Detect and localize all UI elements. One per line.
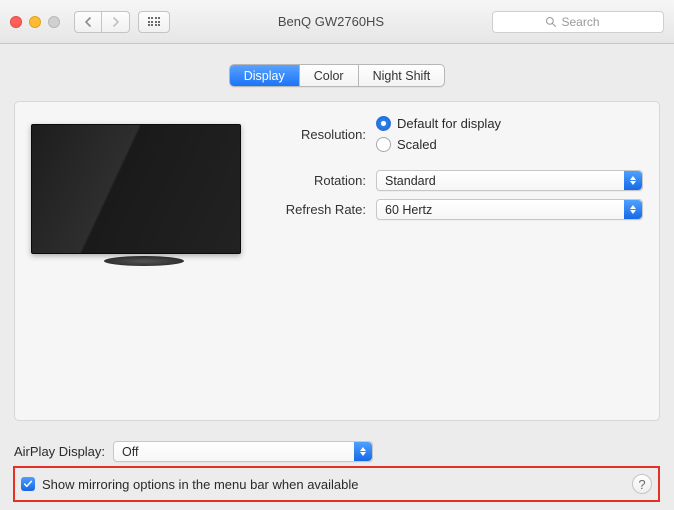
search-field[interactable] bbox=[492, 11, 664, 33]
monitor-preview bbox=[31, 116, 256, 266]
titlebar: BenQ GW2760HS bbox=[0, 0, 674, 44]
refresh-value: 60 Hertz bbox=[385, 203, 432, 217]
mirroring-checkbox-row[interactable]: Show mirroring options in the menu bar w… bbox=[21, 477, 359, 492]
tab-night-shift[interactable]: Night Shift bbox=[359, 65, 445, 86]
help-button[interactable]: ? bbox=[632, 474, 652, 494]
chevron-right-icon bbox=[112, 17, 120, 27]
dropdown-arrows-icon bbox=[354, 442, 372, 461]
settings-panel: Resolution: Default for display Scaled bbox=[14, 101, 660, 421]
search-input[interactable] bbox=[562, 15, 612, 29]
resolution-row: Resolution: Default for display Scaled bbox=[280, 116, 643, 152]
radio-unselected-icon bbox=[376, 137, 391, 152]
close-window-button[interactable] bbox=[10, 16, 22, 28]
back-button[interactable] bbox=[74, 11, 102, 33]
checkbox-checked-icon bbox=[21, 477, 35, 491]
window-controls bbox=[10, 16, 60, 28]
rotation-label: Rotation: bbox=[280, 173, 376, 188]
rotation-row: Rotation: Standard bbox=[280, 170, 643, 191]
highlight-box: Show mirroring options in the menu bar w… bbox=[13, 466, 660, 502]
grid-icon bbox=[148, 17, 161, 26]
airplay-row: AirPlay Display: Off bbox=[14, 441, 660, 462]
bottom-area: AirPlay Display: Off Show mirroring opti… bbox=[0, 431, 674, 510]
dropdown-arrows-icon bbox=[624, 171, 642, 190]
settings-column: Resolution: Default for display Scaled bbox=[280, 116, 643, 266]
refresh-select[interactable]: 60 Hertz bbox=[376, 199, 643, 220]
content-area: Display Color Night Shift Resolution: De… bbox=[0, 44, 674, 431]
tab-color[interactable]: Color bbox=[300, 65, 359, 86]
airplay-select[interactable]: Off bbox=[113, 441, 373, 462]
monitor-image bbox=[31, 124, 241, 254]
resolution-scaled-label: Scaled bbox=[397, 137, 437, 152]
airplay-label: AirPlay Display: bbox=[14, 444, 105, 459]
refresh-row: Refresh Rate: 60 Hertz bbox=[280, 199, 643, 220]
tab-display[interactable]: Display bbox=[230, 65, 300, 86]
forward-button[interactable] bbox=[102, 11, 130, 33]
resolution-label: Resolution: bbox=[280, 127, 376, 142]
resolution-options: Default for display Scaled bbox=[376, 116, 501, 152]
chevron-left-icon bbox=[84, 17, 92, 27]
refresh-label: Refresh Rate: bbox=[280, 202, 376, 217]
dropdown-arrows-icon bbox=[624, 200, 642, 219]
resolution-scaled-option[interactable]: Scaled bbox=[376, 137, 501, 152]
nav-buttons bbox=[74, 11, 130, 33]
airplay-value: Off bbox=[122, 445, 138, 459]
rotation-value: Standard bbox=[385, 174, 436, 188]
resolution-default-option[interactable]: Default for display bbox=[376, 116, 501, 131]
segmented-control: Display Color Night Shift bbox=[229, 64, 446, 87]
monitor-stand bbox=[104, 256, 184, 266]
show-all-button[interactable] bbox=[138, 11, 170, 33]
minimize-window-button[interactable] bbox=[29, 16, 41, 28]
radio-selected-icon bbox=[376, 116, 391, 131]
check-icon bbox=[23, 479, 33, 489]
resolution-default-label: Default for display bbox=[397, 116, 501, 131]
maximize-window-button bbox=[48, 16, 60, 28]
search-icon bbox=[545, 16, 557, 28]
window-title: BenQ GW2760HS bbox=[178, 14, 484, 29]
panel-row: Resolution: Default for display Scaled bbox=[31, 116, 643, 266]
rotation-select[interactable]: Standard bbox=[376, 170, 643, 191]
mirroring-label: Show mirroring options in the menu bar w… bbox=[42, 477, 359, 492]
tabs-container: Display Color Night Shift bbox=[14, 64, 660, 87]
